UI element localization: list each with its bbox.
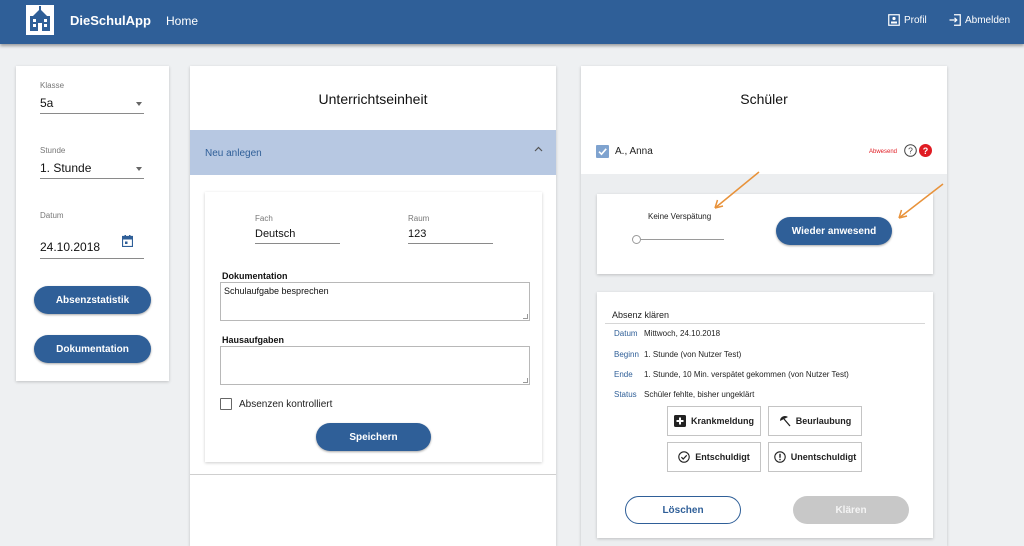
present-again-button[interactable]: Wieder anwesend (776, 217, 892, 245)
absence-stats-button[interactable]: Absenzstatistik (34, 286, 151, 314)
date-field[interactable]: 24.10.2018 (40, 232, 144, 259)
date-value: 24.10.2018 (40, 240, 101, 254)
class-label: Klasse (40, 81, 65, 90)
leave-label: Beurlaubung (795, 416, 852, 426)
subject-label: Fach (255, 214, 273, 223)
detail-value: 1. Stunde (von Nutzer Test) (644, 350, 742, 359)
detail-value: 1. Stunde, 10 Min. verspätet gekommen (v… (644, 370, 849, 379)
students-panel: Schüler A., Anna Abwesend ? ? Keine Vers… (581, 66, 947, 546)
detail-label: Datum (614, 329, 638, 338)
detail-label: Ende (614, 370, 633, 379)
unexcused-label: Unentschuldigt (790, 452, 857, 462)
status-badge: Abwesend (869, 149, 898, 155)
lesson-label: Stunde (40, 146, 66, 155)
documentation-label: Dokumentation (222, 271, 288, 281)
room-input[interactable]: 123 (408, 225, 493, 245)
new-unit-label: Neu anlegen (205, 148, 262, 159)
class-value: 5a (40, 96, 54, 110)
logout-link[interactable]: Abmelden (949, 14, 1010, 26)
exclamation-circle-icon (774, 451, 786, 463)
new-unit-header[interactable]: Neu anlegen (190, 130, 556, 175)
unexcused-button[interactable]: Unentschuldigt (768, 442, 862, 472)
students-header: Schüler A., Anna Abwesend ? ? (581, 66, 947, 174)
resize-grip-icon[interactable] (523, 378, 528, 383)
room-value: 123 (408, 228, 427, 240)
lateness-card: Keine Verspätung Wieder anwesend (597, 194, 933, 274)
absences-checked-checkbox[interactable] (220, 398, 232, 410)
room-label: Raum (408, 214, 430, 223)
profile-icon (888, 14, 900, 26)
resolve-button[interactable]: Klären (793, 496, 909, 524)
resolve-title: Absenz klären (612, 310, 670, 320)
documentation-text: Schulaufgabe besprechen (224, 286, 329, 296)
nav-home-link[interactable]: Home (166, 14, 198, 28)
delete-button[interactable]: Löschen (625, 496, 741, 524)
calendar-icon[interactable] (122, 235, 133, 247)
sick-note-button[interactable]: Krankmeldung (667, 406, 761, 436)
checkbox-checked-icon[interactable] (596, 145, 609, 158)
top-bar: DieSchulApp Home Profil Abmelden (0, 0, 1024, 44)
late-label: Keine Verspätung (648, 212, 712, 221)
homework-textarea[interactable] (220, 346, 530, 385)
check-circle-icon (678, 451, 690, 463)
save-button[interactable]: Speichern (316, 423, 431, 451)
detail-label: Beginn (614, 350, 639, 359)
svg-text:?: ? (908, 146, 913, 156)
resize-grip-icon[interactable] (523, 314, 528, 319)
students-title: Schüler (740, 91, 788, 107)
documentation-textarea[interactable]: Schulaufgabe besprechen (220, 282, 530, 321)
divider (190, 474, 556, 475)
homework-label: Hausaufgaben (222, 335, 285, 345)
help-icon[interactable]: ? (904, 144, 917, 157)
excused-label: Entschuldigt (695, 452, 750, 462)
lesson-select[interactable]: 1. Stunde (40, 157, 144, 179)
student-name: A., Anna (615, 146, 653, 157)
profile-label: Profil (904, 14, 927, 26)
date-label: Datum (40, 211, 64, 220)
slider-track (637, 239, 724, 240)
logout-label: Abmelden (965, 14, 1011, 26)
documentation-button[interactable]: Dokumentation (34, 335, 151, 363)
leave-button[interactable]: Beurlaubung (768, 406, 862, 436)
chevron-up-icon[interactable] (534, 146, 543, 152)
excused-button[interactable]: Entschuldigt (667, 442, 761, 472)
chevron-down-icon (136, 167, 142, 171)
lesson-unit-panel: Unterrichtseinheit Neu anlegen Fach Deut… (190, 66, 556, 546)
profile-link[interactable]: Profil (888, 14, 927, 26)
lesson-value: 1. Stunde (40, 161, 92, 175)
medical-plus-icon (673, 415, 686, 427)
student-row[interactable]: A., Anna Abwesend ? ? (581, 130, 947, 174)
absences-checked-label: Absenzen kontrolliert (239, 399, 333, 410)
detail-value: Schüler fehlte, bisher ungeklärt (644, 390, 755, 399)
resolve-absence-card: Absenz klären Datum Mittwoch, 24.10.2018… (597, 292, 933, 538)
logout-icon (949, 14, 961, 26)
svg-text:?: ? (923, 146, 929, 156)
subject-value: Deutsch (255, 228, 296, 240)
filter-card: Klasse 5a Stunde 1. Stunde Datum 24.10.2… (16, 66, 169, 381)
beach-umbrella-icon (779, 416, 791, 427)
lesson-unit-title: Unterrichtseinheit (318, 91, 428, 107)
sick-note-label: Krankmeldung (690, 416, 754, 426)
detail-value: Mittwoch, 24.10.2018 (644, 329, 721, 338)
subject-input[interactable]: Deutsch (255, 225, 340, 245)
class-select[interactable]: 5a (40, 92, 144, 114)
school-logo-icon[interactable] (26, 5, 54, 35)
detail-label: Status (614, 390, 637, 399)
slider-handle[interactable] (632, 235, 641, 244)
chevron-down-icon (136, 102, 142, 106)
unit-form-card: Fach Deutsch Raum 123 Dokumentation Schu… (205, 192, 542, 462)
app-brand[interactable]: DieSchulApp (70, 13, 151, 28)
late-slider[interactable] (632, 234, 724, 246)
alert-help-icon[interactable]: ? (919, 144, 932, 157)
